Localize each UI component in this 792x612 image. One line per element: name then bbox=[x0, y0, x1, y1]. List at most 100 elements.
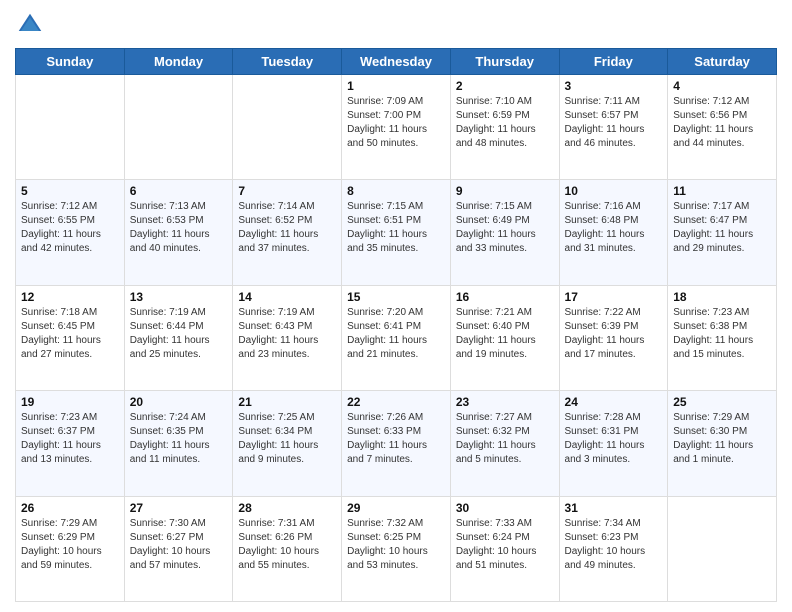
day-info: Sunrise: 7:17 AM Sunset: 6:47 PM Dayligh… bbox=[673, 200, 771, 256]
day-cell: 28 Sunrise: 7:31 AM Sunset: 6:26 PM Dayli… bbox=[233, 496, 342, 601]
day-cell: 16 Sunrise: 7:21 AM Sunset: 6:40 PM Dayli… bbox=[450, 285, 559, 390]
day-number: 12 bbox=[21, 290, 119, 304]
day-info: Sunrise: 7:29 AM Sunset: 6:30 PM Dayligh… bbox=[673, 411, 771, 467]
day-info: Sunrise: 7:14 AM Sunset: 6:52 PM Dayligh… bbox=[238, 200, 336, 256]
day-cell: 5 Sunrise: 7:12 AM Sunset: 6:55 PM Daylig… bbox=[16, 180, 125, 285]
day-number: 30 bbox=[456, 501, 554, 515]
day-info: Sunrise: 7:12 AM Sunset: 6:55 PM Dayligh… bbox=[21, 200, 119, 256]
weekday-header-friday: Friday bbox=[559, 49, 668, 75]
day-cell bbox=[233, 75, 342, 180]
day-number: 29 bbox=[347, 501, 445, 515]
day-info: Sunrise: 7:09 AM Sunset: 7:00 PM Dayligh… bbox=[347, 95, 445, 151]
day-cell bbox=[16, 75, 125, 180]
day-cell: 22 Sunrise: 7:26 AM Sunset: 6:33 PM Dayli… bbox=[342, 391, 451, 496]
day-info: Sunrise: 7:32 AM Sunset: 6:25 PM Dayligh… bbox=[347, 517, 445, 573]
day-cell: 31Sunrise: 7:34 AM Sunset: 6:23 PM Dayli… bbox=[559, 496, 668, 601]
day-number: 15 bbox=[347, 290, 445, 304]
weekday-header-saturday: Saturday bbox=[668, 49, 777, 75]
day-cell: 24 Sunrise: 7:28 AM Sunset: 6:31 PM Dayli… bbox=[559, 391, 668, 496]
day-number: 10 bbox=[565, 184, 663, 198]
day-number: 8 bbox=[347, 184, 445, 198]
day-cell: 9Sunrise: 7:15 AM Sunset: 6:49 PM Daylig… bbox=[450, 180, 559, 285]
day-number: 20 bbox=[130, 395, 228, 409]
day-cell: 19Sunrise: 7:23 AM Sunset: 6:37 PM Dayli… bbox=[16, 391, 125, 496]
day-number: 17 bbox=[565, 290, 663, 304]
day-info: Sunrise: 7:15 AM Sunset: 6:51 PM Dayligh… bbox=[347, 200, 445, 256]
day-number: 4 bbox=[673, 79, 771, 93]
day-info: Sunrise: 7:24 AM Sunset: 6:35 PM Dayligh… bbox=[130, 411, 228, 467]
day-number: 28 bbox=[238, 501, 336, 515]
day-cell: 14 Sunrise: 7:19 AM Sunset: 6:43 PM Dayli… bbox=[233, 285, 342, 390]
day-info: Sunrise: 7:22 AM Sunset: 6:39 PM Dayligh… bbox=[565, 306, 663, 362]
day-info: Sunrise: 7:13 AM Sunset: 6:53 PM Dayligh… bbox=[130, 200, 228, 256]
day-cell: 20 Sunrise: 7:24 AM Sunset: 6:35 PM Dayli… bbox=[124, 391, 233, 496]
day-cell: 25 Sunrise: 7:29 AM Sunset: 6:30 PM Dayli… bbox=[668, 391, 777, 496]
day-info: Sunrise: 7:31 AM Sunset: 6:26 PM Dayligh… bbox=[238, 517, 336, 573]
weekday-header-tuesday: Tuesday bbox=[233, 49, 342, 75]
day-number: 24 bbox=[565, 395, 663, 409]
day-number: 7 bbox=[238, 184, 336, 198]
day-number: 6 bbox=[130, 184, 228, 198]
calendar-table: SundayMondayTuesdayWednesdayThursdayFrid… bbox=[15, 48, 777, 602]
day-cell: 15 Sunrise: 7:20 AM Sunset: 6:41 PM Dayli… bbox=[342, 285, 451, 390]
day-info: Sunrise: 7:34 AM Sunset: 6:23 PM Dayligh… bbox=[565, 517, 663, 573]
day-cell: 18 Sunrise: 7:23 AM Sunset: 6:38 PM Dayli… bbox=[668, 285, 777, 390]
weekday-header-thursday: Thursday bbox=[450, 49, 559, 75]
day-number: 23 bbox=[456, 395, 554, 409]
day-number: 9 bbox=[456, 184, 554, 198]
day-info: Sunrise: 7:29 AM Sunset: 6:29 PM Dayligh… bbox=[21, 517, 119, 573]
day-cell: 13 Sunrise: 7:19 AM Sunset: 6:44 PM Dayli… bbox=[124, 285, 233, 390]
day-cell: 21Sunrise: 7:25 AM Sunset: 6:34 PM Dayli… bbox=[233, 391, 342, 496]
day-info: Sunrise: 7:16 AM Sunset: 6:48 PM Dayligh… bbox=[565, 200, 663, 256]
day-info: Sunrise: 7:28 AM Sunset: 6:31 PM Dayligh… bbox=[565, 411, 663, 467]
week-row-4: 19Sunrise: 7:23 AM Sunset: 6:37 PM Dayli… bbox=[16, 391, 777, 496]
day-info: Sunrise: 7:21 AM Sunset: 6:40 PM Dayligh… bbox=[456, 306, 554, 362]
day-cell: 8 Sunrise: 7:15 AM Sunset: 6:51 PM Daylig… bbox=[342, 180, 451, 285]
day-cell: 29 Sunrise: 7:32 AM Sunset: 6:25 PM Dayli… bbox=[342, 496, 451, 601]
day-cell: 6 Sunrise: 7:13 AM Sunset: 6:53 PM Daylig… bbox=[124, 180, 233, 285]
day-cell: 26 Sunrise: 7:29 AM Sunset: 6:29 PM Dayli… bbox=[16, 496, 125, 601]
day-info: Sunrise: 7:20 AM Sunset: 6:41 PM Dayligh… bbox=[347, 306, 445, 362]
day-info: Sunrise: 7:18 AM Sunset: 6:45 PM Dayligh… bbox=[21, 306, 119, 362]
day-number: 1 bbox=[347, 79, 445, 93]
day-cell: 7 Sunrise: 7:14 AM Sunset: 6:52 PM Daylig… bbox=[233, 180, 342, 285]
day-info: Sunrise: 7:26 AM Sunset: 6:33 PM Dayligh… bbox=[347, 411, 445, 467]
day-cell: 17 Sunrise: 7:22 AM Sunset: 6:39 PM Dayli… bbox=[559, 285, 668, 390]
day-number: 26 bbox=[21, 501, 119, 515]
day-info: Sunrise: 7:23 AM Sunset: 6:38 PM Dayligh… bbox=[673, 306, 771, 362]
day-info: Sunrise: 7:12 AM Sunset: 6:56 PM Dayligh… bbox=[673, 95, 771, 151]
day-info: Sunrise: 7:23 AM Sunset: 6:37 PM Dayligh… bbox=[21, 411, 119, 467]
day-cell: 3 Sunrise: 7:11 AM Sunset: 6:57 PM Daylig… bbox=[559, 75, 668, 180]
page: SundayMondayTuesdayWednesdayThursdayFrid… bbox=[0, 0, 792, 612]
weekday-header-row: SundayMondayTuesdayWednesdayThursdayFrid… bbox=[16, 49, 777, 75]
day-cell: 30 Sunrise: 7:33 AM Sunset: 6:24 PM Dayli… bbox=[450, 496, 559, 601]
day-cell: 4 Sunrise: 7:12 AM Sunset: 6:56 PM Daylig… bbox=[668, 75, 777, 180]
day-info: Sunrise: 7:10 AM Sunset: 6:59 PM Dayligh… bbox=[456, 95, 554, 151]
day-cell: 12 Sunrise: 7:18 AM Sunset: 6:45 PM Dayli… bbox=[16, 285, 125, 390]
day-info: Sunrise: 7:33 AM Sunset: 6:24 PM Dayligh… bbox=[456, 517, 554, 573]
day-info: Sunrise: 7:19 AM Sunset: 6:43 PM Dayligh… bbox=[238, 306, 336, 362]
day-cell: 2 Sunrise: 7:10 AM Sunset: 6:59 PM Daylig… bbox=[450, 75, 559, 180]
day-cell bbox=[124, 75, 233, 180]
header bbox=[15, 10, 777, 40]
week-row-3: 12 Sunrise: 7:18 AM Sunset: 6:45 PM Dayli… bbox=[16, 285, 777, 390]
day-number: 11 bbox=[673, 184, 771, 198]
day-number: 14 bbox=[238, 290, 336, 304]
day-number: 2 bbox=[456, 79, 554, 93]
weekday-header-monday: Monday bbox=[124, 49, 233, 75]
day-number: 16 bbox=[456, 290, 554, 304]
day-number: 22 bbox=[347, 395, 445, 409]
week-row-1: 1 Sunrise: 7:09 AM Sunset: 7:00 PM Daylig… bbox=[16, 75, 777, 180]
day-info: Sunrise: 7:19 AM Sunset: 6:44 PM Dayligh… bbox=[130, 306, 228, 362]
week-row-2: 5 Sunrise: 7:12 AM Sunset: 6:55 PM Daylig… bbox=[16, 180, 777, 285]
day-number: 18 bbox=[673, 290, 771, 304]
weekday-header-sunday: Sunday bbox=[16, 49, 125, 75]
day-info: Sunrise: 7:27 AM Sunset: 6:32 PM Dayligh… bbox=[456, 411, 554, 467]
day-number: 25 bbox=[673, 395, 771, 409]
day-number: 13 bbox=[130, 290, 228, 304]
day-number: 5 bbox=[21, 184, 119, 198]
day-number: 3 bbox=[565, 79, 663, 93]
day-info: Sunrise: 7:11 AM Sunset: 6:57 PM Dayligh… bbox=[565, 95, 663, 151]
day-cell: 10 Sunrise: 7:16 AM Sunset: 6:48 PM Dayli… bbox=[559, 180, 668, 285]
day-cell: 1 Sunrise: 7:09 AM Sunset: 7:00 PM Daylig… bbox=[342, 75, 451, 180]
